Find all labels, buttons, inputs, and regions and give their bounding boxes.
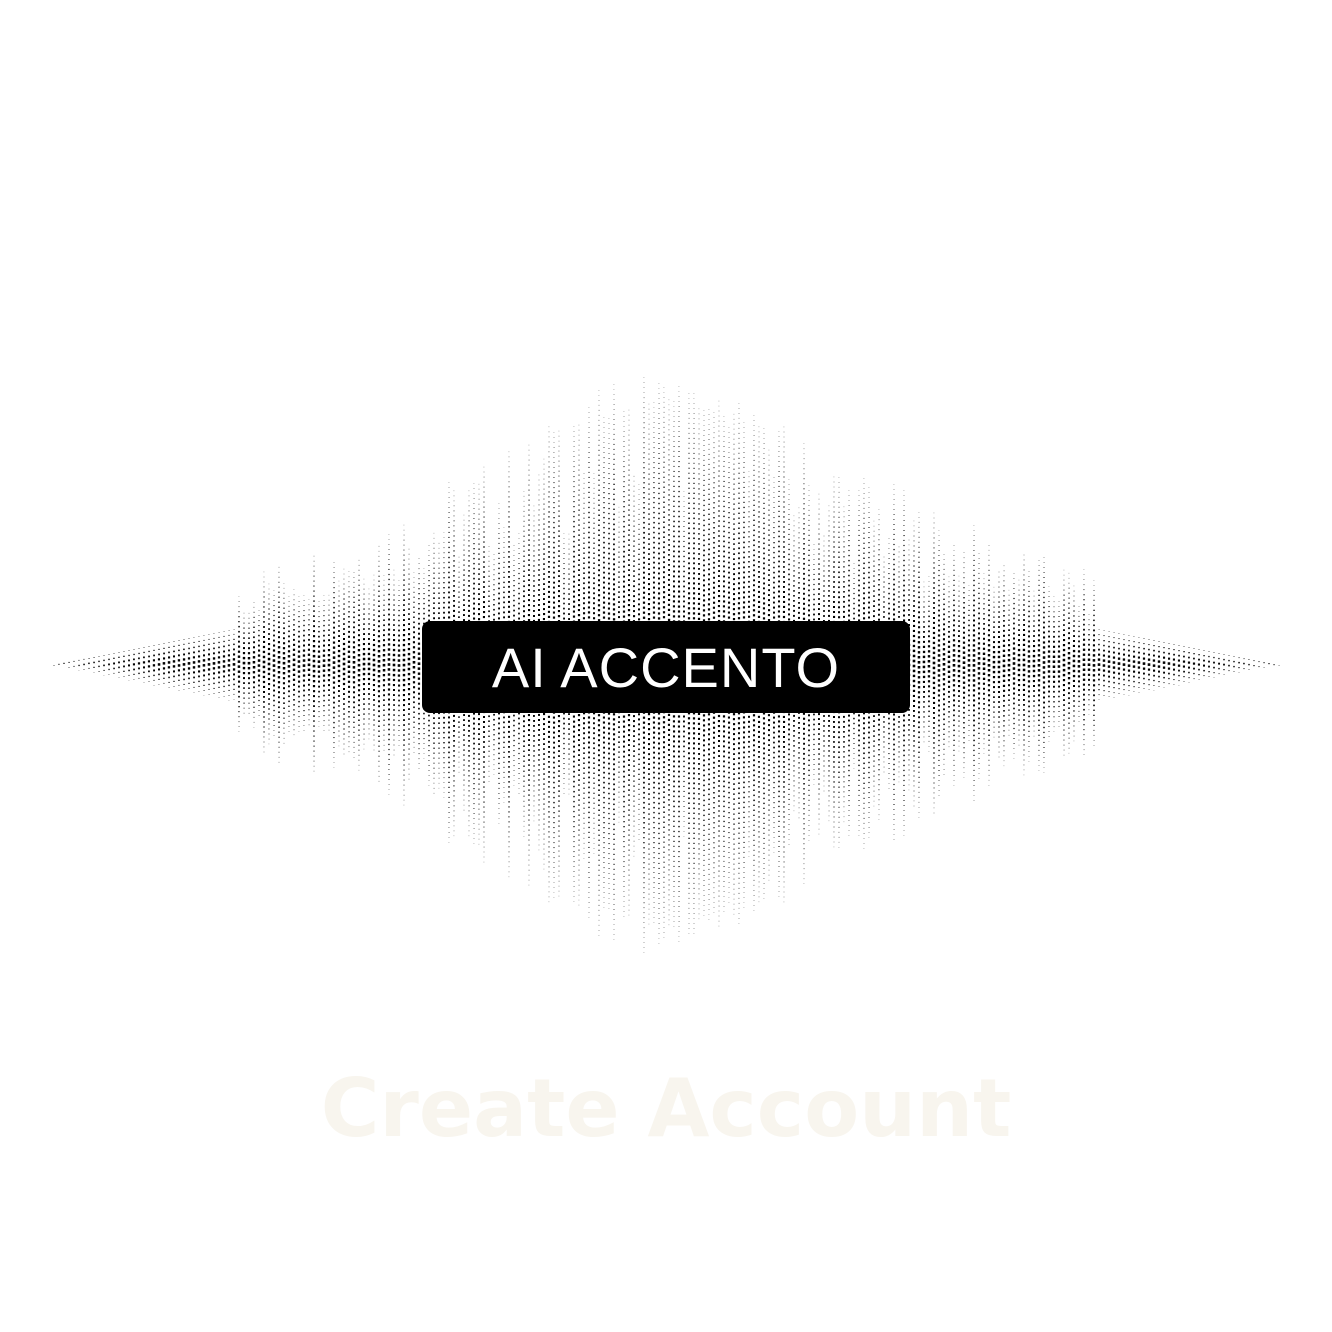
brand-badge: AI ACCENTO: [422, 621, 910, 713]
app-logo: AI ACCENTO: [0, 340, 1332, 980]
splash-screen: AI ACCENTO Create Account: [0, 0, 1332, 1332]
create-account-button[interactable]: Create Account: [0, 1062, 1332, 1155]
brand-name: AI ACCENTO: [491, 635, 841, 699]
